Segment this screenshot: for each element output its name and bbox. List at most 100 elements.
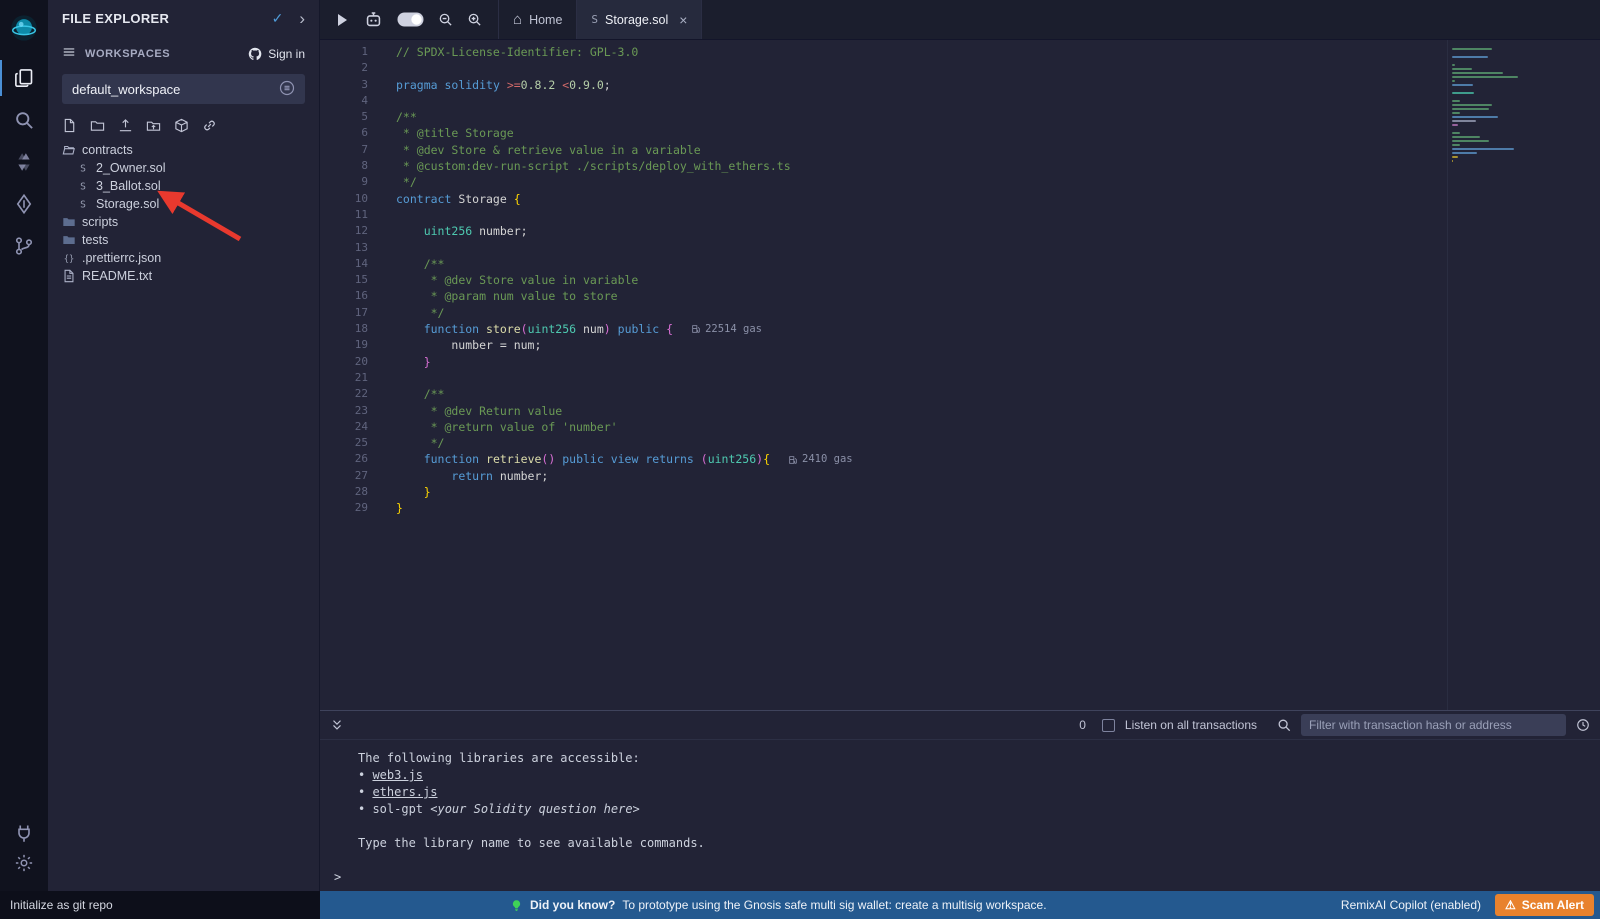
search-icon[interactable] [0, 102, 48, 138]
git-icon[interactable] [0, 228, 48, 264]
chevron-right-icon[interactable]: › [299, 10, 305, 27]
line-number: 28 [320, 484, 382, 500]
menu-icon[interactable] [62, 45, 76, 64]
workspace-selected-value: default_workspace [72, 82, 180, 97]
workspace-select[interactable]: default_workspace [62, 74, 305, 104]
tab-storage-sol[interactable]: S Storage.sol × [576, 0, 702, 39]
toolbar-icons [320, 0, 498, 39]
new-folder-icon[interactable] [90, 118, 105, 133]
line-number: 15 [320, 272, 382, 288]
publish-box-icon[interactable] [174, 118, 189, 133]
remix-ide: FILE EXPLORER ✓ › WORKSPACES Sign in def… [0, 0, 1600, 919]
sign-in-button[interactable]: Sign in [248, 47, 305, 61]
file-icon [62, 269, 76, 283]
sol-icon: S [76, 161, 90, 175]
zoom-out-icon[interactable] [438, 12, 453, 27]
file-explorer-panel: FILE EXPLORER ✓ › WORKSPACES Sign in def… [48, 0, 320, 891]
workspace-options-icon[interactable] [279, 80, 295, 99]
line-number: 19 [320, 337, 382, 353]
sol-icon: S [76, 197, 90, 211]
gas-estimate-badge: 22514 gas [691, 321, 762, 337]
line-number: 24 [320, 419, 382, 435]
remix-logo-icon[interactable] [0, 6, 48, 50]
listen-checkbox[interactable] [1102, 719, 1115, 732]
line-number: 27 [320, 468, 382, 484]
lightbulb-icon [510, 899, 523, 912]
svg-text:S: S [80, 164, 86, 175]
line-number: 16 [320, 288, 382, 304]
status-bar-blue: Did you know? To prototype using the Gno… [320, 891, 1600, 919]
json-icon: {} [62, 251, 76, 265]
scam-alert-button[interactable]: ⚠ Scam Alert [1495, 894, 1594, 916]
file-tree-item[interactable]: README.txt [48, 267, 319, 285]
listen-label: Listen on all transactions [1125, 718, 1257, 732]
activity-rail [0, 0, 48, 891]
file-tree-item[interactable]: S2_Owner.sol [48, 159, 319, 177]
tab-home[interactable]: ⌂ Home [498, 0, 576, 39]
line-number: 20 [320, 354, 382, 370]
minimap[interactable] [1452, 48, 1522, 164]
upload-file-icon[interactable] [118, 118, 133, 133]
settings-icon[interactable] [0, 849, 48, 877]
code-editor[interactable]: 1// SPDX-License-Identifier: GPL-3.023pr… [320, 40, 1600, 710]
deploy-run-icon[interactable] [0, 186, 48, 222]
terminal-lines: The following libraries are accessible:•… [320, 740, 1600, 886]
warning-icon: ⚠ [1505, 899, 1516, 911]
file-tree-item[interactable]: {}.prettierrc.json [48, 249, 319, 267]
file-tree-item[interactable]: tests [48, 231, 319, 249]
editor-scrollbar[interactable] [1447, 40, 1448, 710]
ai-assistant-icon[interactable] [364, 10, 383, 29]
file-actions [62, 118, 305, 133]
filter-input[interactable] [1301, 714, 1566, 736]
solidity-compiler-icon[interactable] [0, 144, 48, 180]
did-you-know-tip: Did you know? To prototype using the Gno… [510, 891, 1047, 919]
panel-title: FILE EXPLORER [62, 11, 169, 26]
line-number: 23 [320, 403, 382, 419]
workspaces-row: WORKSPACES Sign in [48, 40, 319, 68]
line-number: 13 [320, 240, 382, 256]
line-number: 4 [320, 93, 382, 109]
line-number: 22 [320, 386, 382, 402]
line-number: 5 [320, 109, 382, 125]
close-tab-icon[interactable]: × [679, 13, 687, 27]
gas-estimate-badge: 2410 gas [788, 451, 853, 467]
terminal-link[interactable]: ethers.js [372, 785, 437, 799]
run-script-icon[interactable] [334, 12, 350, 28]
line-number: 3 [320, 77, 382, 93]
panel-header: FILE EXPLORER ✓ › [48, 0, 319, 36]
line-number: 1 [320, 44, 382, 60]
new-file-icon[interactable] [62, 118, 77, 133]
history-icon[interactable] [1576, 718, 1590, 732]
status-bar: Initialize as git repo Did you know? To … [0, 891, 1600, 919]
line-number: 21 [320, 370, 382, 386]
file-tree-item[interactable]: contracts [48, 141, 319, 159]
file-tree-item[interactable]: scripts [48, 213, 319, 231]
folder-open-icon [62, 143, 76, 157]
line-number: 9 [320, 174, 382, 190]
workspaces-label: WORKSPACES [85, 48, 170, 60]
ai-copilot-toggle[interactable] [397, 12, 424, 27]
folder-icon [62, 215, 76, 229]
rail-bottom [0, 819, 48, 879]
file-tree-item[interactable]: SStorage.sol [48, 195, 319, 213]
copilot-status[interactable]: RemixAI Copilot (enabled) [1341, 898, 1481, 912]
git-status[interactable]: Initialize as git repo [0, 891, 320, 919]
line-number: 29 [320, 500, 382, 516]
terminal-toolbar: 0 Listen on all transactions [320, 710, 1600, 740]
folder-icon [62, 233, 76, 247]
sol-icon: S [76, 179, 90, 193]
line-number: 25 [320, 435, 382, 451]
upload-folder-icon[interactable] [146, 118, 161, 133]
file-tree-item[interactable]: S3_Ballot.sol [48, 177, 319, 195]
file-explorer-icon[interactable] [0, 60, 48, 96]
expand-terminal-icon[interactable] [330, 718, 344, 732]
svg-text:S: S [80, 182, 86, 193]
link-icon[interactable] [202, 118, 217, 133]
zoom-in-icon[interactable] [467, 12, 482, 27]
terminal: 0 Listen on all transactions The followi… [320, 710, 1600, 891]
line-number: 18 [320, 321, 382, 337]
terminal-link[interactable]: web3.js [372, 768, 423, 782]
search-icon[interactable] [1277, 718, 1291, 732]
plugin-manager-icon[interactable] [0, 819, 48, 847]
line-number: 26 [320, 451, 382, 467]
